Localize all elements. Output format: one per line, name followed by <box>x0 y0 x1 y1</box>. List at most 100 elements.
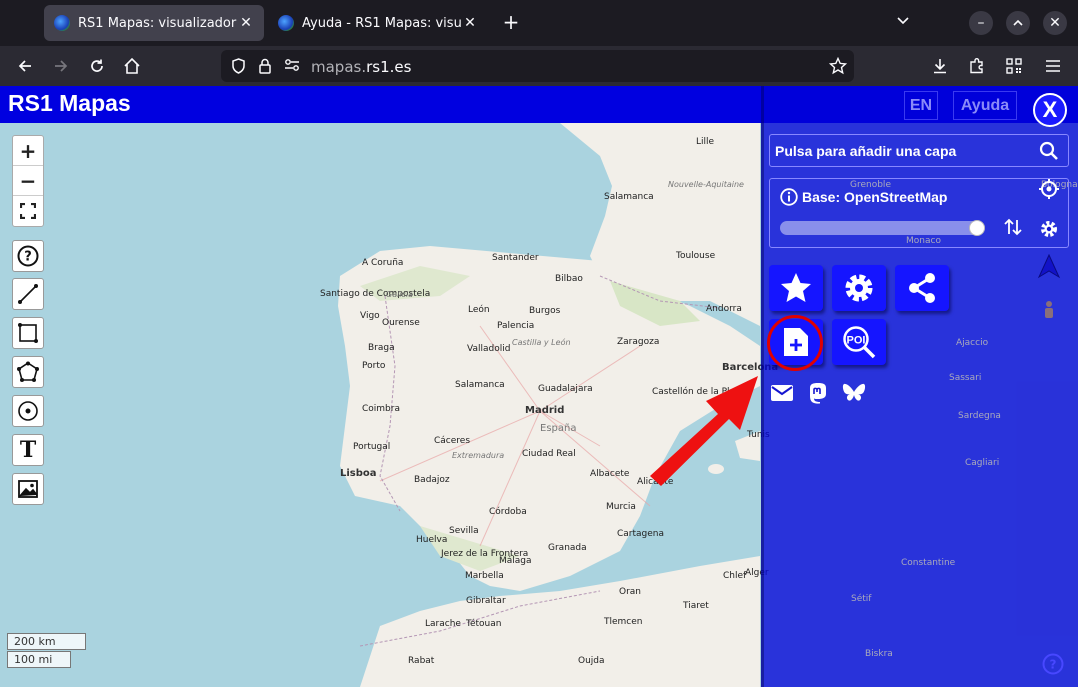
map-label: Sardegna <box>958 411 1001 421</box>
map-label: Sassari <box>949 373 982 383</box>
favorites-button[interactable] <box>769 265 823 311</box>
north-arrow-icon[interactable] <box>1034 252 1064 282</box>
map-label: Biskra <box>865 649 893 659</box>
map-label: Larache <box>425 619 461 629</box>
share-button[interactable] <box>895 265 949 311</box>
add-layer-label: Pulsa para añadir una capa <box>775 143 957 159</box>
base-layer-box: Base: OpenStreetMap <box>769 178 1069 248</box>
map-label: Extremadura <box>452 451 505 460</box>
tab-list-icon[interactable] <box>891 11 915 35</box>
map-label: Cáceres <box>434 436 471 446</box>
map-label: Chlef <box>723 571 747 581</box>
reload-icon[interactable] <box>85 54 109 78</box>
map-label: Andorra <box>706 304 742 314</box>
browser-tab-bar: RS1 Mapas: visualizador de ✕ Ayuda - RS1… <box>0 0 1078 46</box>
minimize-icon[interactable]: – <box>969 11 993 35</box>
settings-button[interactable] <box>832 265 886 311</box>
opacity-slider[interactable] <box>780 220 985 236</box>
back-icon[interactable] <box>13 54 37 78</box>
permissions-icon[interactable] <box>284 58 300 76</box>
tab-title: RS1 Mapas: visualizador de <box>78 15 238 31</box>
street-view-icon[interactable] <box>1034 296 1064 326</box>
question-icon: ? <box>17 245 39 267</box>
tab-close-icon[interactable]: ✕ <box>462 15 478 31</box>
map-label: Sevilla <box>449 526 479 536</box>
tab-ayuda[interactable]: Ayuda - RS1 Mapas: visuali ✕ <box>268 5 488 41</box>
home-icon[interactable] <box>120 54 144 78</box>
qr-code-icon[interactable] <box>1002 54 1026 78</box>
download-icon[interactable] <box>928 54 952 78</box>
scale-imperial: 100 mi <box>7 651 71 668</box>
add-layer-field[interactable]: Pulsa para añadir una capa <box>769 134 1069 167</box>
rectangle-icon <box>18 323 38 343</box>
map-label: Valladolid <box>467 344 511 354</box>
info-icon[interactable] <box>780 188 798 206</box>
map-label-capital: Madrid <box>525 405 565 416</box>
map-label: Vigo <box>360 311 380 321</box>
forward-icon[interactable] <box>49 54 73 78</box>
map-label: Lille <box>696 137 715 147</box>
help-question-icon[interactable]: ? <box>1041 652 1065 676</box>
text-tool-button[interactable]: T <box>12 434 44 466</box>
url-domain: rs1.es <box>366 58 412 76</box>
swap-order-icon[interactable] <box>1002 216 1024 238</box>
map-label: Bilbao <box>555 274 583 284</box>
map-label: Ourense <box>382 318 420 328</box>
tab-close-icon[interactable]: ✕ <box>238 15 254 31</box>
poi-search-button[interactable]: POI <box>832 319 886 365</box>
map-label: Sétif <box>851 594 872 604</box>
map-label: Badajoz <box>414 475 450 485</box>
zoom-out-button[interactable]: − <box>13 166 43 196</box>
map-label: Guadalajara <box>538 384 593 394</box>
url-text[interactable]: mapas.rs1.es <box>311 58 411 76</box>
line-tool-button[interactable] <box>12 278 44 310</box>
shield-icon[interactable] <box>231 58 246 78</box>
tab-rs1-mapas[interactable]: RS1 Mapas: visualizador de ✕ <box>44 5 264 41</box>
help-button[interactable]: Ayuda <box>953 91 1017 120</box>
maximize-icon[interactable] <box>1006 11 1030 35</box>
map-label: Cartagena <box>617 529 665 539</box>
map-label: Palencia <box>497 321 535 331</box>
polygon-icon <box>17 361 39 382</box>
svg-text:?: ? <box>24 250 32 265</box>
url-bar[interactable]: mapas.rs1.es <box>221 50 854 82</box>
polygon-tool-button[interactable] <box>12 356 44 388</box>
poi-label: POI <box>847 335 866 347</box>
search-icon[interactable] <box>1034 136 1064 166</box>
map-label: Toulouse <box>676 251 716 261</box>
bluesky-icon[interactable] <box>841 380 867 406</box>
close-window-icon[interactable]: ✕ <box>1043 11 1067 35</box>
mastodon-icon[interactable] <box>805 380 831 406</box>
email-icon[interactable] <box>769 380 795 406</box>
map-label: Tiaret <box>683 601 709 611</box>
map-label: Braga <box>368 343 395 353</box>
map-label: Castilla y León <box>512 338 571 347</box>
map-label: León <box>468 305 490 315</box>
zoom-in-button[interactable]: + <box>13 136 43 166</box>
image-tool-button[interactable] <box>12 473 44 505</box>
close-panel-button[interactable]: X <box>1033 93 1067 127</box>
language-button[interactable]: EN <box>904 91 938 120</box>
map-label: Salamanca <box>455 380 505 390</box>
rectangle-tool-button[interactable] <box>12 317 44 349</box>
map-label: Salamanca <box>604 192 654 202</box>
help-tool-button[interactable]: ? <box>12 240 44 272</box>
map-label: Galicia <box>386 290 414 299</box>
svg-text:?: ? <box>1050 658 1057 672</box>
map-label: Castellón de la Plana <box>652 387 747 397</box>
slider-thumb[interactable] <box>969 220 985 236</box>
map-label: Málaga <box>499 556 532 566</box>
menu-icon[interactable] <box>1041 54 1065 78</box>
globe-favicon-icon <box>278 15 294 31</box>
fullscreen-button[interactable] <box>13 196 43 226</box>
new-tab-button[interactable]: + <box>500 11 522 33</box>
extensions-icon[interactable] <box>965 54 989 78</box>
layer-settings-icon[interactable] <box>1034 214 1064 244</box>
circle-tool-button[interactable] <box>12 395 44 427</box>
lock-icon[interactable] <box>258 58 272 78</box>
map-label: Marbella <box>465 571 504 581</box>
bookmark-star-icon[interactable] <box>828 56 848 79</box>
highlight-circle <box>767 315 823 371</box>
locate-icon[interactable] <box>1034 174 1064 204</box>
globe-favicon-icon <box>54 15 70 31</box>
